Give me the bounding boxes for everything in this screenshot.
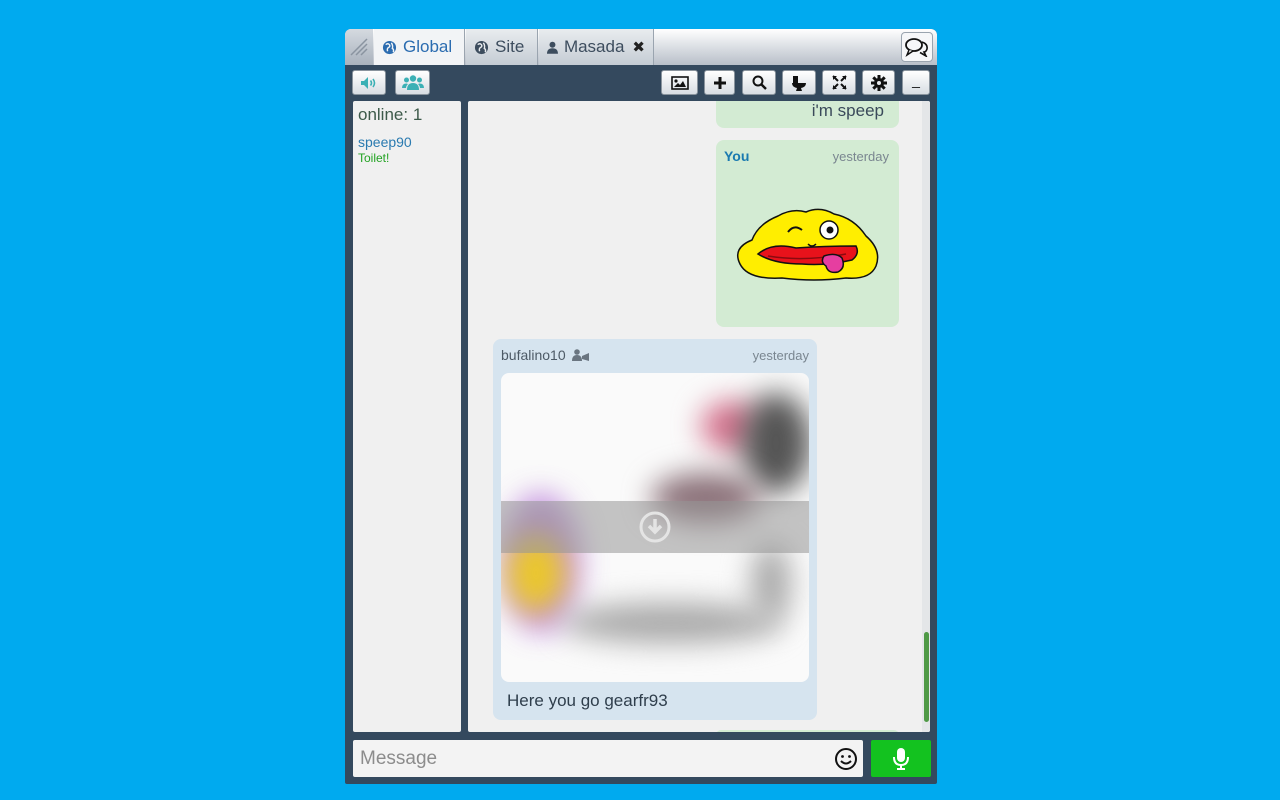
globe-icon (382, 40, 397, 54)
scrollbar[interactable] (922, 101, 930, 732)
users-icon (401, 75, 424, 90)
tab-label: Masada (563, 37, 625, 56)
blurred-image-attachment[interactable] (501, 373, 809, 682)
tab-label: Global (403, 37, 453, 56)
add-button[interactable] (704, 70, 735, 95)
tab-masada[interactable]: Masada ✖ (539, 29, 654, 65)
message-text: Here you go gearfr93 (507, 691, 668, 710)
grip-icon (350, 38, 368, 56)
download-icon (639, 511, 671, 543)
message-bubble-mine (716, 730, 899, 732)
tab-bar: Global Site Masada ✖ (345, 29, 937, 65)
tab-label: Site (495, 37, 525, 56)
minimize-button[interactable]: _ (902, 70, 930, 95)
emoji-icon[interactable] (834, 747, 858, 771)
toolbar: _ (345, 65, 937, 101)
scrollbar-thumb[interactable] (924, 632, 929, 722)
close-tab-icon[interactable]: ✖ (632, 38, 645, 56)
user-icon (547, 41, 558, 54)
message-text: i'm speep (811, 101, 884, 120)
search-icon (752, 75, 767, 90)
toilet-icon (792, 75, 806, 91)
message-composer (353, 740, 863, 777)
chat-toggle-button[interactable] (901, 32, 933, 62)
blur-blob (741, 393, 809, 493)
tongue-out-sticker (737, 208, 879, 281)
user-list-item-name[interactable]: speep90 (358, 134, 412, 150)
search-button[interactable] (742, 70, 776, 95)
blur-blob (561, 603, 781, 643)
message-sender-row: bufalino10 (501, 347, 589, 363)
image-button[interactable] (661, 70, 698, 95)
chat-window: Global Site Masada ✖ _ online: 1 speep90… (345, 29, 937, 784)
tab-site[interactable]: Site (466, 29, 538, 65)
message-bubble-other: bufalino10 yesterday Here you go gearfr9… (493, 339, 817, 720)
message-list[interactable]: i'm speep You yesterday bufalino10 yeste… (468, 101, 930, 732)
voice-record-button[interactable] (871, 740, 931, 777)
settings-button[interactable] (862, 70, 895, 95)
microphone-icon (893, 747, 909, 770)
gear-icon (870, 74, 887, 91)
download-overlay[interactable] (501, 501, 809, 553)
users-button[interactable] (395, 70, 430, 95)
tab-global[interactable]: Global (374, 29, 465, 65)
comments-icon (905, 38, 928, 57)
message-sender: You (724, 148, 750, 164)
user-list-item-status: Toilet! (358, 151, 390, 165)
minimize-icon: _ (912, 71, 920, 88)
online-count: online: 1 (358, 105, 423, 124)
plus-icon (713, 76, 726, 89)
globe-icon (474, 40, 489, 54)
message-time: yesterday (752, 348, 809, 363)
sound-icon (361, 76, 376, 89)
message-input[interactable] (353, 740, 823, 777)
image-icon (670, 75, 689, 90)
fullscreen-button[interactable] (822, 70, 856, 95)
message-bubble-mine: You yesterday (716, 140, 899, 327)
message-bubble-mine: i'm speep (716, 101, 899, 128)
user-list-panel: online: 1 speep90 Toilet! (353, 101, 461, 732)
user-video-icon (571, 349, 589, 361)
toilet-button[interactable] (782, 70, 816, 95)
message-sender[interactable]: bufalino10 (501, 347, 566, 363)
blur-blob (751, 543, 791, 623)
message-time: yesterday (832, 149, 889, 164)
sound-button[interactable] (352, 70, 386, 95)
fullscreen-icon (831, 75, 847, 90)
resize-grip[interactable] (345, 29, 373, 65)
